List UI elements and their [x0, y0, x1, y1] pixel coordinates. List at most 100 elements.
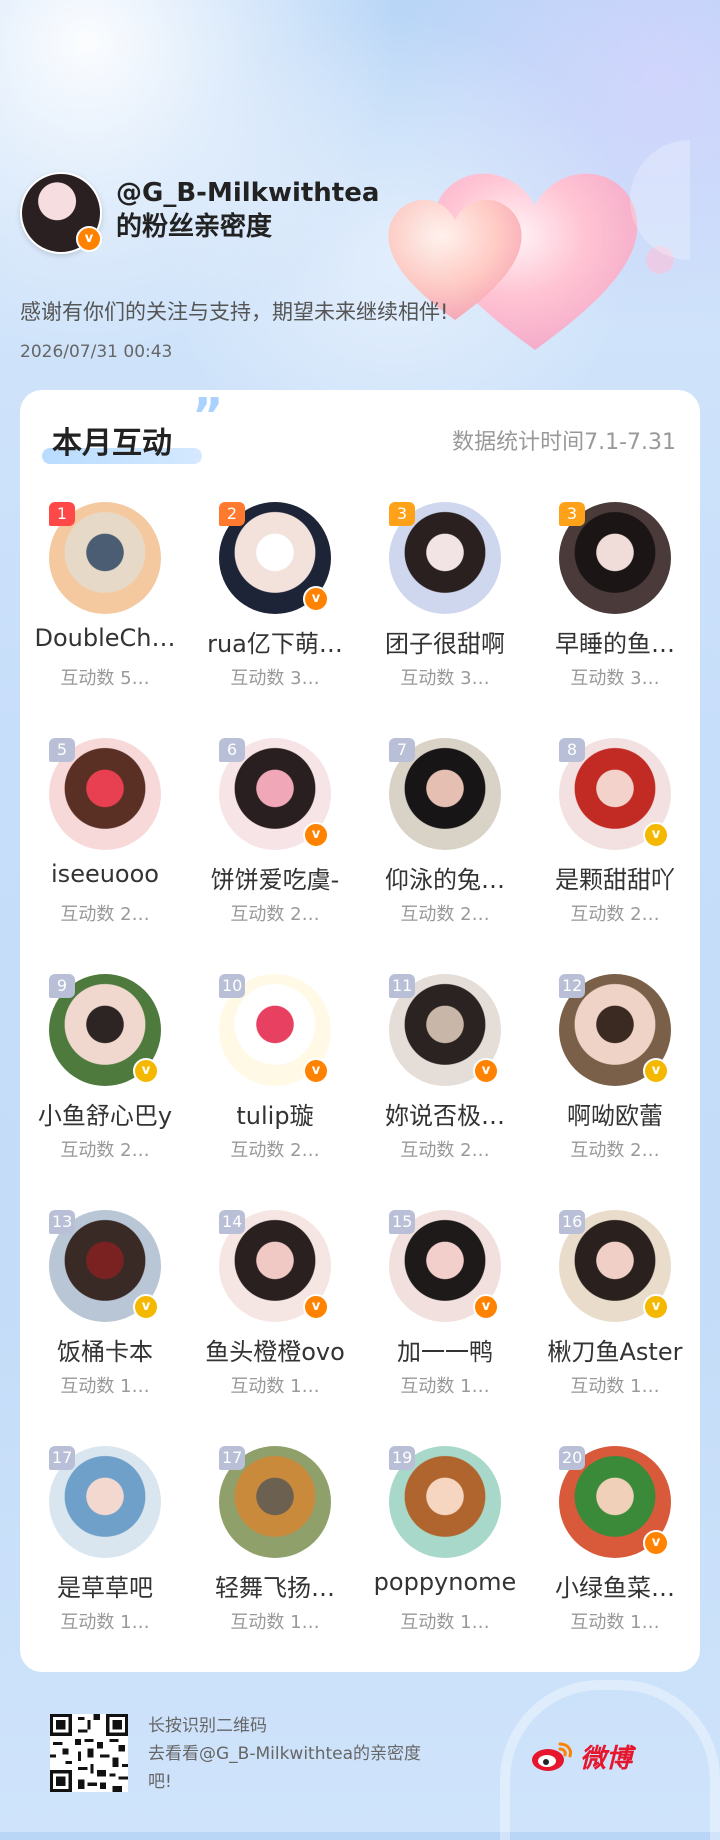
fan-name[interactable]: 饼饼爱吃虞-: [194, 860, 356, 895]
footer-line-1: 长按识别二维码: [148, 1716, 267, 1736]
page-title: @G_B-Milkwithtea 的粉丝亲密度: [116, 176, 379, 244]
fan-item[interactable]: 11 v 妳说否极… 互动数 2…: [360, 972, 530, 1208]
fan-name[interactable]: 妳说否极…: [364, 1096, 526, 1131]
fan-item[interactable]: 19 poppynome 互动数 1…: [360, 1444, 530, 1680]
fan-item[interactable]: 6 v 饼饼爱吃虞- 互动数 2…: [190, 736, 360, 972]
fan-name[interactable]: 早睡的鱼…: [534, 624, 696, 659]
fan-name[interactable]: 团子很甜啊: [364, 624, 526, 659]
weibo-brand-text: 微博: [580, 1743, 633, 1774]
fan-item[interactable]: 7 仰泳的兔… 互动数 2…: [360, 736, 530, 972]
footer-line-3: 吧!: [148, 1772, 172, 1792]
rank-badge: 1: [49, 502, 75, 526]
weibo-eye-icon: [532, 1742, 572, 1771]
verified-badge-icon: v: [303, 1058, 329, 1084]
interaction-count: 互动数 1…: [400, 1612, 490, 1633]
verified-badge-icon: v: [303, 822, 329, 848]
fan-name[interactable]: 仰泳的兔…: [364, 860, 526, 895]
rank-badge: 5: [49, 738, 75, 762]
fan-item[interactable]: 12 v 啊呦欧蕾互动数 2…: [530, 972, 700, 1208]
verified-badge-icon: v: [473, 1294, 499, 1320]
fan-name[interactable]: 是颗甜甜吖: [534, 860, 696, 895]
fan-name[interactable]: 小绿鱼菜…: [534, 1568, 696, 1603]
fan-name[interactable]: 小鱼舒心巴y: [24, 1096, 186, 1131]
fan-item[interactable]: 1 DoubleCh… 互动数 5…: [20, 500, 190, 736]
quote-mark-icon: ”: [192, 388, 224, 444]
interaction-count: 互动数 2…: [570, 1140, 660, 1161]
fan-name[interactable]: iseeuooo: [24, 860, 186, 888]
fan-item[interactable]: 8 v 是颗甜甜吖 互动数 2…: [530, 736, 700, 972]
qr-code[interactable]: [50, 1714, 128, 1792]
verified-badge-icon: v: [643, 1530, 669, 1556]
interaction-count: 互动数 1…: [570, 1376, 660, 1397]
verified-badge-icon: v: [303, 1294, 329, 1320]
interaction-count: 互动数 2…: [60, 904, 150, 925]
fan-item[interactable]: 5 iseeuooo 互动数 2…: [20, 736, 190, 972]
verified-badge-icon: v: [303, 586, 329, 612]
rank-badge: 12: [559, 974, 586, 998]
interaction-count: 互动数 1…: [230, 1376, 320, 1397]
interaction-count: 互动数 3…: [570, 668, 660, 689]
rank-badge: 17: [219, 1446, 246, 1470]
thanks-message: 感谢有你们的关注与支持，期望未来继续相伴!: [20, 300, 449, 324]
verified-badge-icon: v: [133, 1058, 159, 1084]
interaction-count: 互动数 1…: [60, 1612, 150, 1633]
hearts-decoration: [388, 140, 690, 350]
account-avatar[interactable]: v: [20, 172, 102, 254]
fan-name[interactable]: DoubleCh…: [24, 624, 186, 652]
fan-name[interactable]: 啊呦欧蕾: [534, 1096, 696, 1131]
fan-item[interactable]: 3 早睡的鱼… 互动数 3…: [530, 500, 700, 736]
rank-badge: 9: [49, 974, 75, 998]
fan-item[interactable]: 10 v tulip璇互动数 2…: [190, 972, 360, 1208]
fan-item[interactable]: 3 团子很甜啊 互动数 3…: [360, 500, 530, 736]
weibo-logo: 微博: [530, 1736, 632, 1776]
fan-item[interactable]: 13 v 饭桶卡本互动数 1…: [20, 1208, 190, 1444]
rank-badge: 17: [49, 1446, 76, 1470]
fan-name[interactable]: 加一一鸭: [364, 1332, 526, 1367]
rank-badge: 15: [389, 1210, 416, 1234]
rank-badge: 6: [219, 738, 245, 762]
footer-instructions: 长按识别二维码 去看看@G_B-Milkwithtea的亲密度 吧!: [148, 1712, 448, 1796]
fan-name[interactable]: rua亿下萌…: [194, 624, 356, 659]
fan-item[interactable]: 20 v 小绿鱼菜… 互动数 1…: [530, 1444, 700, 1680]
interaction-count: 互动数 1…: [400, 1376, 490, 1397]
verified-badge-icon: v: [473, 1058, 499, 1084]
verified-badge-icon: v: [643, 1058, 669, 1084]
fan-name[interactable]: 轻舞飞扬…: [194, 1568, 356, 1603]
interaction-count: 互动数 3…: [230, 668, 320, 689]
fan-item[interactable]: 15 v 加一一鸭互动数 1…: [360, 1208, 530, 1444]
interaction-count: 互动数 2…: [570, 904, 660, 925]
interaction-count: 互动数 5…: [60, 668, 150, 689]
page-subtitle: 的粉丝亲密度: [116, 212, 273, 242]
rank-badge: 13: [49, 1210, 76, 1234]
fan-name[interactable]: poppynome: [364, 1568, 526, 1596]
footer-line-2: 去看看@G_B-Milkwithtea的亲密度: [148, 1744, 422, 1764]
interaction-count: 互动数 1…: [230, 1612, 320, 1633]
fan-item[interactable]: 9 v 小鱼舒心巴y 互动数 2…: [20, 972, 190, 1208]
verified-badge-icon: v: [133, 1294, 159, 1320]
fan-item[interactable]: 2 v rua亿下萌… 互动数 3…: [190, 500, 360, 736]
interaction-count: 互动数 1…: [60, 1376, 150, 1397]
interaction-count: 互动数 2…: [60, 1140, 150, 1161]
fan-name[interactable]: tulip璇: [194, 1096, 356, 1131]
fan-name[interactable]: 楸刀鱼Aster: [534, 1332, 696, 1367]
rank-badge: 19: [389, 1446, 416, 1470]
rank-badge: 7: [389, 738, 415, 762]
rank-badge: 16: [559, 1210, 586, 1234]
account-handle[interactable]: @G_B-Milkwithtea: [116, 176, 379, 210]
rank-badge: 20: [559, 1446, 586, 1470]
fan-name[interactable]: 是草草吧: [24, 1568, 186, 1603]
fan-item[interactable]: 17 轻舞飞扬… 互动数 1…: [190, 1444, 360, 1680]
fan-item[interactable]: 17 是草草吧互动数 1…: [20, 1444, 190, 1680]
rank-badge: 10: [219, 974, 246, 998]
interaction-count: 互动数 2…: [400, 1140, 490, 1161]
fan-item[interactable]: 14 v 鱼头橙橙ovo 互动数 1…: [190, 1208, 360, 1444]
fan-name[interactable]: 鱼头橙橙ovo: [194, 1332, 356, 1367]
interaction-count: 互动数 1…: [570, 1612, 660, 1633]
rank-badge: 14: [219, 1210, 246, 1234]
fan-name[interactable]: 饭桶卡本: [24, 1332, 186, 1367]
rank-badge: 3: [389, 502, 415, 526]
stats-period: 数据统计时间7.1-7.31: [452, 430, 676, 455]
timestamp: 2026/07/31 00:43: [20, 342, 173, 362]
fan-item[interactable]: 16 v 楸刀鱼Aster 互动数 1…: [530, 1208, 700, 1444]
interaction-count: 互动数 2…: [230, 1140, 320, 1161]
